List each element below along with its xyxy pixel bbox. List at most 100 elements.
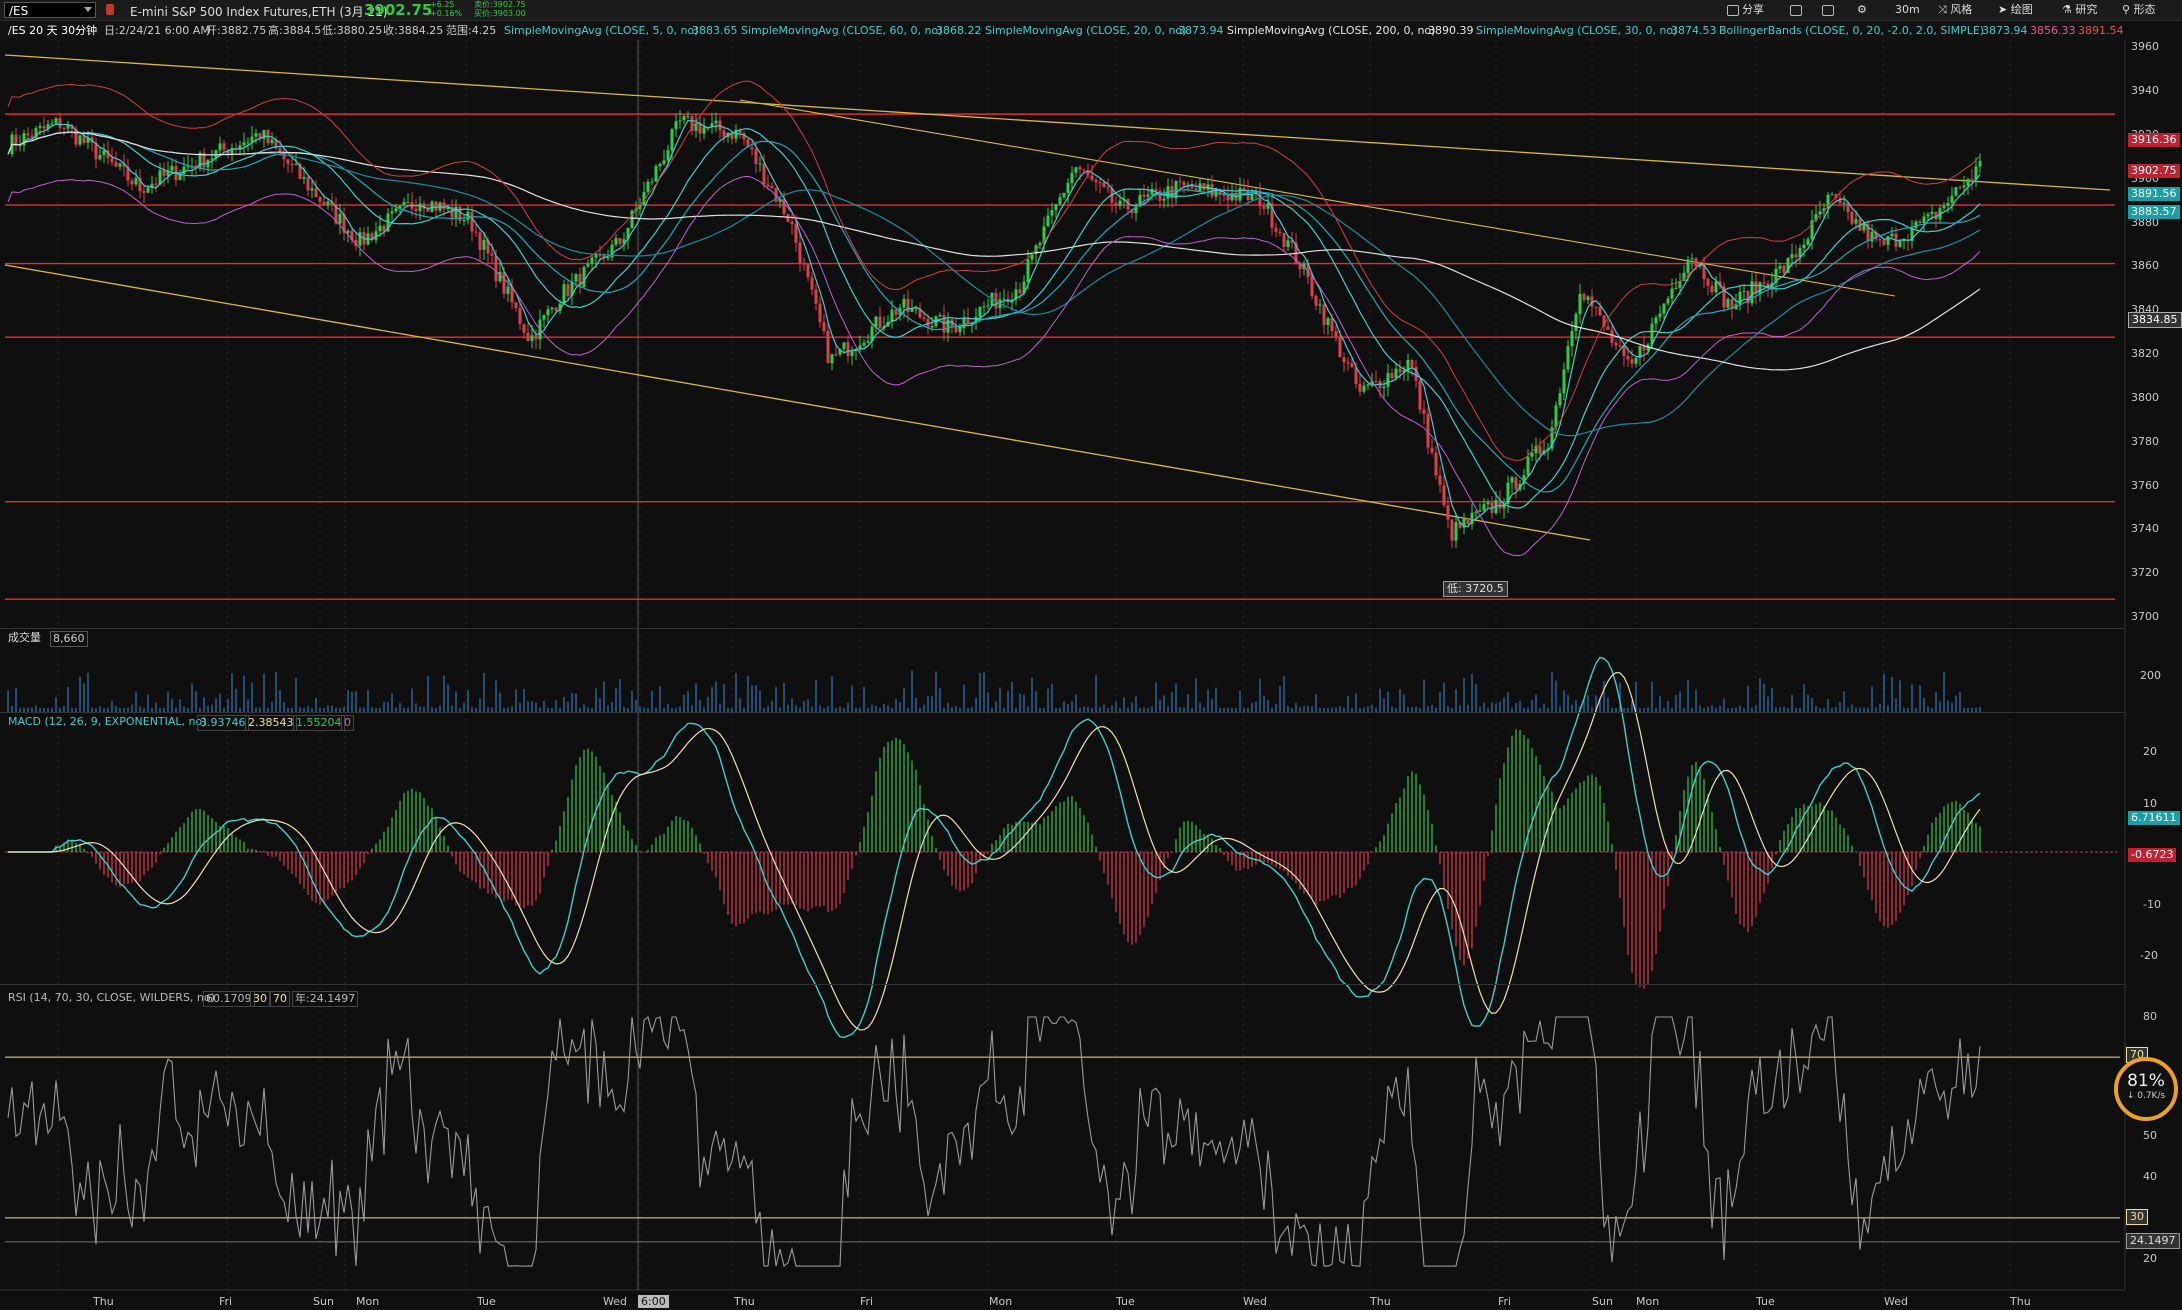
candle-body xyxy=(782,198,786,214)
price-tick: 3800 xyxy=(2131,391,2159,404)
candle-body xyxy=(878,316,882,329)
candle-body xyxy=(1690,258,1694,260)
rsi-overbought: 70 xyxy=(270,991,290,1007)
time-tick: Thu xyxy=(734,1295,755,1308)
candle-body xyxy=(914,308,918,310)
candle-body xyxy=(142,191,146,193)
candle-body xyxy=(1090,175,1094,180)
time-tick: Wed xyxy=(1243,1295,1267,1308)
candle-body xyxy=(1350,363,1354,368)
candle-body xyxy=(1082,169,1086,171)
candle-body xyxy=(1114,202,1118,206)
candle-body xyxy=(1662,303,1666,314)
candle-body xyxy=(1046,215,1050,227)
candle-body xyxy=(1394,368,1398,379)
candle-body xyxy=(1382,386,1386,389)
candle-body xyxy=(502,271,506,294)
candle-body xyxy=(238,145,242,149)
candle-body xyxy=(1582,294,1586,301)
candle-body xyxy=(1706,278,1710,286)
candle-body xyxy=(478,232,482,250)
candle-body xyxy=(42,126,46,129)
candle-body xyxy=(618,238,622,244)
candle-body xyxy=(1510,477,1514,483)
candle-body xyxy=(182,166,186,175)
candle-body xyxy=(102,150,106,156)
candle-body xyxy=(154,183,158,185)
candle-body xyxy=(1078,167,1082,170)
candle-body xyxy=(1266,203,1270,209)
candle-body xyxy=(650,181,654,183)
candle-body xyxy=(850,351,854,357)
time-tick: Wed xyxy=(603,1295,627,1308)
candle-body xyxy=(1398,368,1402,373)
candle-body xyxy=(1142,194,1146,197)
candle-body xyxy=(686,116,690,118)
candle-body xyxy=(294,164,298,166)
candle-body xyxy=(1002,298,1006,300)
rsi-value-tag: 24.1497 xyxy=(2126,1233,2180,1249)
candle-body xyxy=(1606,326,1610,330)
candle-body xyxy=(1626,356,1630,360)
candle-body xyxy=(1318,304,1322,306)
macd-label[interactable]: MACD (12, 26, 9, EXPONENTIAL, no) xyxy=(8,715,207,729)
candle-body xyxy=(1850,211,1854,224)
candle-body xyxy=(954,327,958,333)
candle-body xyxy=(1594,306,1598,308)
sma-30-line xyxy=(7,131,1981,493)
candle-body xyxy=(794,224,798,243)
low-bubble: 低: 3720.5 xyxy=(1443,581,1508,597)
candle-body xyxy=(906,298,910,312)
candle-body xyxy=(830,354,834,364)
candle-body xyxy=(1070,172,1074,184)
candle-body xyxy=(1178,181,1182,183)
candle-body xyxy=(1554,405,1558,428)
candle-body xyxy=(326,201,330,206)
candle-body xyxy=(430,201,434,212)
price-tick: 3780 xyxy=(2131,435,2159,448)
candle-body xyxy=(1642,346,1646,351)
candle-body xyxy=(1654,317,1658,324)
candle-body xyxy=(1926,214,1930,217)
rsi-label[interactable]: RSI (14, 70, 30, CLOSE, WILDERS, no) xyxy=(8,991,215,1005)
candle-body xyxy=(146,188,150,193)
candle-body xyxy=(1710,285,1714,293)
candle-body xyxy=(250,136,254,143)
candle-body xyxy=(62,127,66,129)
trend-line xyxy=(4,264,1591,541)
candle-body xyxy=(118,163,122,167)
candle-body xyxy=(982,306,986,308)
candle-body xyxy=(1182,181,1186,186)
price-tag-last: 3902.75 xyxy=(2128,164,2180,178)
candle-body xyxy=(1054,204,1058,211)
candle-body xyxy=(98,155,102,160)
candle-body xyxy=(474,231,478,233)
rsi-30-tag: 30 xyxy=(2126,1209,2148,1225)
candle-body xyxy=(414,208,418,212)
candle-body xyxy=(1914,221,1918,229)
candle-body xyxy=(758,163,762,165)
gauge-percent: 81% xyxy=(2127,1071,2165,1091)
cursor-time: 6:00 xyxy=(638,1295,669,1308)
rsi-tick: 80 xyxy=(2143,1010,2157,1023)
candle-body xyxy=(314,188,318,198)
price-tick: 3940 xyxy=(2131,84,2159,97)
candle-body xyxy=(654,166,658,182)
network-gauge[interactable]: 81% ↓ 0.7K/s xyxy=(2114,1057,2178,1121)
candle-body xyxy=(1486,502,1490,505)
candle-body xyxy=(562,284,566,304)
volume-label[interactable]: 成交量 xyxy=(8,631,41,645)
candle-body xyxy=(1598,306,1602,316)
time-tick: Thu xyxy=(93,1295,114,1308)
time-tick: Mon xyxy=(1636,1295,1660,1308)
candle-body xyxy=(1586,296,1590,301)
candle-body xyxy=(1674,287,1678,289)
candle-body xyxy=(1366,384,1370,386)
time-tick: Thu xyxy=(1370,1295,1391,1308)
candle-body xyxy=(1530,452,1534,457)
candle-body xyxy=(1726,298,1730,308)
candle-body xyxy=(1802,244,1806,249)
candle-body xyxy=(1430,447,1434,453)
candle-body xyxy=(846,342,850,357)
candle-body xyxy=(1958,187,1962,189)
